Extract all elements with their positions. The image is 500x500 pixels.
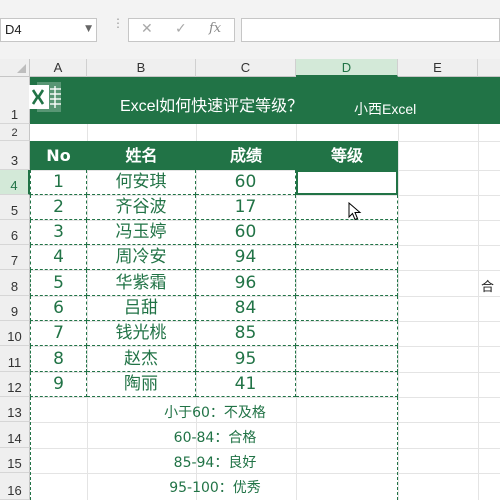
row-header-5[interactable]: 5 <box>0 195 30 220</box>
row-header-7[interactable]: 7 <box>0 245 30 270</box>
cell-score[interactable]: 95 <box>196 346 296 372</box>
row-header-3[interactable]: 3 <box>0 141 30 170</box>
column-header-b[interactable]: B <box>87 59 196 77</box>
name-box-value: D4 <box>5 22 22 37</box>
rule-pass: 60-84：合格 <box>173 430 257 446</box>
rule-fail: 小于60：不及格 <box>164 405 266 421</box>
cell-no[interactable]: 2 <box>30 195 87 220</box>
cell-score[interactable]: 17 <box>196 195 296 220</box>
cell-name[interactable]: 何安琪 <box>87 170 196 195</box>
cell-score[interactable]: 60 <box>196 170 296 195</box>
row-header-15[interactable]: 15 <box>0 448 30 473</box>
cell-name[interactable]: 周冷安 <box>87 245 196 270</box>
cell-no[interactable]: 6 <box>30 296 87 321</box>
column-header-d[interactable]: D <box>296 59 398 77</box>
cell-grade[interactable] <box>296 220 398 245</box>
cell-score[interactable]: 85 <box>196 321 296 346</box>
header-grade[interactable]: 等级 <box>296 141 398 170</box>
cell-grade[interactable] <box>296 296 398 321</box>
banner-brand: 小西Excel <box>354 101 417 117</box>
row-header-12[interactable]: 12 <box>0 372 30 397</box>
column-header-f[interactable] <box>478 59 500 77</box>
cell-score[interactable]: 96 <box>196 270 296 296</box>
formula-bar: D4 ▼ ⋮ ✕ ✓ fx <box>0 0 500 60</box>
cell-no[interactable]: 8 <box>30 346 87 372</box>
cell-grade[interactable] <box>296 245 398 270</box>
cell-score[interactable]: 94 <box>196 245 296 270</box>
cell-name[interactable]: 华紫霜 <box>87 270 196 296</box>
insert-function-icon[interactable]: fx <box>209 21 221 36</box>
active-cell-d4[interactable] <box>296 170 398 195</box>
cell-no[interactable]: 7 <box>30 321 87 346</box>
rule-good: 85-94：良好 <box>173 455 257 471</box>
grade-rules[interactable]: 小于60：不及格 60-84：合格 85-94：良好 95-100：优秀 <box>30 397 398 500</box>
cell-score[interactable]: 60 <box>196 220 296 245</box>
formula-input[interactable] <box>241 18 500 42</box>
cell-score[interactable]: 84 <box>196 296 296 321</box>
formula-buttons: ✕ ✓ fx <box>128 18 235 42</box>
cell-name[interactable]: 钱光桃 <box>87 321 196 346</box>
cell-score[interactable]: 41 <box>196 372 296 397</box>
row-header-6[interactable]: 6 <box>0 220 30 245</box>
row-header-13[interactable]: 13 <box>0 397 30 422</box>
row-header-16[interactable]: 16 <box>0 473 30 500</box>
cell-no[interactable]: 4 <box>30 245 87 270</box>
banner-title: Excel如何快速评定等级？ <box>120 98 304 115</box>
cell-name[interactable]: 冯玉婷 <box>87 220 196 245</box>
chevron-down-icon[interactable]: ▼ <box>85 24 92 34</box>
cell-no[interactable]: 3 <box>30 220 87 245</box>
select-all-corner[interactable] <box>0 59 30 77</box>
cell-no[interactable]: 1 <box>30 170 87 195</box>
row-header-8[interactable]: 8 <box>0 270 30 296</box>
cell-grade[interactable] <box>296 346 398 372</box>
header-name[interactable]: 姓名 <box>87 141 196 170</box>
cell-grade[interactable] <box>296 270 398 296</box>
row-header-10[interactable]: 10 <box>0 321 30 346</box>
grip-icon: ⋮ <box>112 16 124 30</box>
name-box[interactable]: D4 ▼ <box>0 18 97 42</box>
column-header-e[interactable]: E <box>398 59 478 77</box>
row-header-11[interactable]: 11 <box>0 346 30 372</box>
cell-grade[interactable] <box>296 195 398 220</box>
column-header-a[interactable]: A <box>30 59 87 77</box>
cancel-icon[interactable]: ✕ <box>141 21 153 37</box>
confirm-icon[interactable]: ✓ <box>175 21 187 37</box>
cell-name[interactable]: 吕甜 <box>87 296 196 321</box>
cell-no[interactable]: 9 <box>30 372 87 397</box>
row-header-4[interactable]: 4 <box>0 170 30 195</box>
row-header-2[interactable]: 2 <box>0 124 30 141</box>
header-score[interactable]: 成绩 <box>196 141 296 170</box>
partial-cell-text: 合 <box>481 280 495 295</box>
row-header-9[interactable]: 9 <box>0 296 30 321</box>
cell-no[interactable]: 5 <box>30 270 87 296</box>
mouse-pointer-icon <box>348 202 362 221</box>
excel-logo-icon <box>29 82 61 112</box>
cell-grade[interactable] <box>296 321 398 346</box>
cell-grade[interactable] <box>296 372 398 397</box>
header-no[interactable]: No <box>30 141 87 170</box>
rule-excellent: 95-100：优秀 <box>169 480 261 496</box>
column-header-c[interactable]: C <box>196 59 296 77</box>
row-header-1[interactable]: 1 <box>0 77 30 124</box>
cell-name[interactable]: 陶丽 <box>87 372 196 397</box>
cell-name[interactable]: 赵杰 <box>87 346 196 372</box>
cell-name[interactable]: 齐谷波 <box>87 195 196 220</box>
row-header-14[interactable]: 14 <box>0 422 30 448</box>
